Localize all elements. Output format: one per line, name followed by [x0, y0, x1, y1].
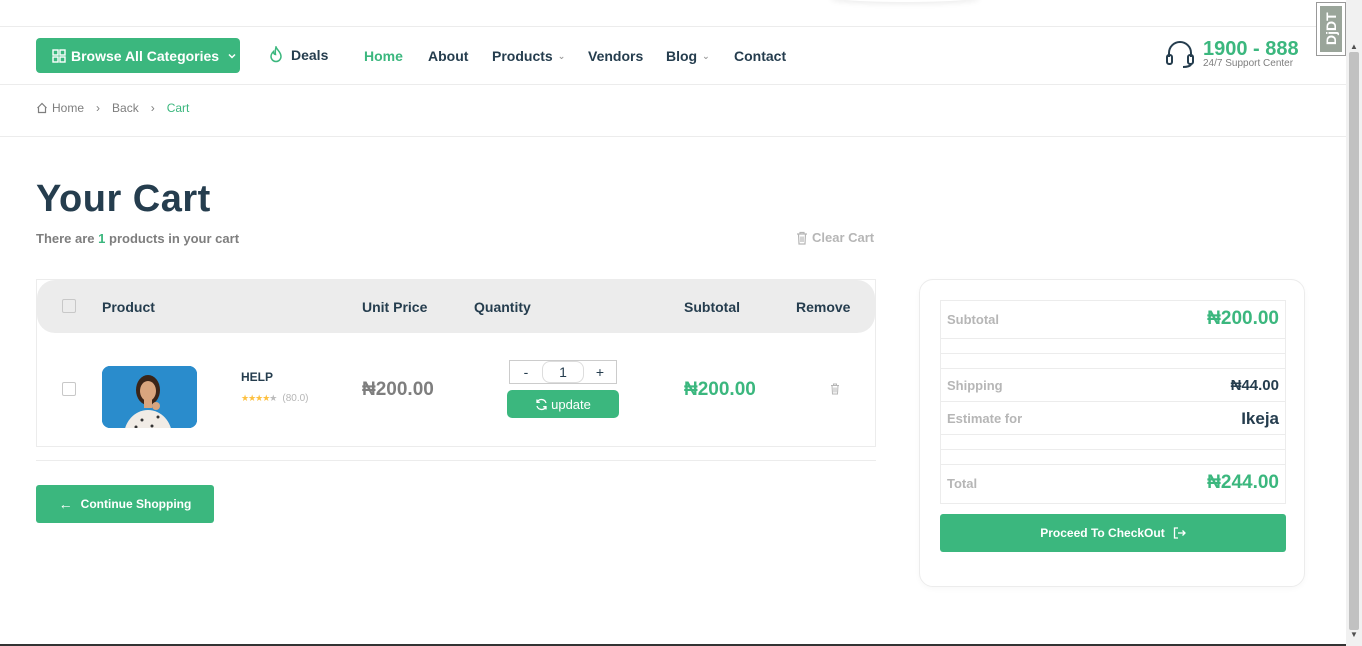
summary-row-shipping: Shipping ₦44.00	[941, 369, 1285, 402]
flame-icon	[270, 46, 282, 63]
page-title: Your Cart	[36, 178, 211, 220]
home-icon	[37, 102, 47, 114]
headset-icon	[1166, 41, 1194, 68]
summary-shipping-label: Shipping	[947, 378, 1003, 393]
item-select-checkbox[interactable]	[62, 382, 76, 396]
browse-categories-label: Browse All Categories	[71, 47, 220, 64]
select-all-checkbox[interactable]	[62, 299, 76, 313]
nav-vendors-label: Vendors	[588, 48, 644, 64]
breadcrumb-divider	[0, 136, 1346, 137]
checkout-label: Proceed To CheckOut	[1040, 526, 1165, 540]
product-name[interactable]: HELP	[241, 370, 273, 384]
summary-spacer	[941, 339, 1285, 354]
breadcrumb-back[interactable]: Back	[112, 101, 139, 115]
nav-about[interactable]: About	[428, 48, 468, 64]
remove-item-button[interactable]	[830, 382, 840, 400]
summary-row-total: Total ₦244.00	[941, 465, 1285, 503]
page-scrollbar[interactable]: ▲ ▼	[1346, 0, 1362, 646]
nav-products-label: Products	[492, 48, 553, 64]
column-quantity: Quantity	[474, 299, 531, 315]
cart-count-suffix: products in your cart	[105, 231, 240, 246]
quantity-decrease-button[interactable]: -	[510, 361, 542, 383]
cart-divider	[36, 460, 876, 461]
summary-row-estimate: Estimate for Ikeja	[941, 402, 1285, 435]
support-phone: 1900 - 888	[1203, 38, 1299, 60]
trash-icon	[831, 383, 839, 395]
breadcrumb: Home › Back › Cart	[36, 101, 189, 115]
breadcrumb-home[interactable]: Home	[52, 101, 84, 115]
summary-subtotal-value: ₦200.00	[1207, 308, 1279, 329]
scroll-up-icon[interactable]: ▲	[1350, 42, 1358, 51]
summary-shipping-value: ₦44.00	[1230, 377, 1279, 394]
clear-cart-label: Clear Cart	[812, 230, 875, 245]
chevron-down-icon: ⌄	[557, 50, 566, 61]
scrollbar-thumb[interactable]	[1349, 52, 1359, 630]
chevron-down-icon: ⌄	[702, 50, 710, 61]
trash-icon	[797, 231, 807, 245]
debug-toolbar-badge[interactable]: DjDT	[1316, 2, 1346, 56]
cart-table: Product Unit Price Quantity Subtotal Rem…	[36, 279, 876, 447]
update-quantity-button[interactable]: update	[507, 390, 619, 418]
summary-spacer	[941, 450, 1285, 465]
breadcrumb-separator: ›	[150, 101, 155, 115]
nav-contact-label: Contact	[734, 48, 787, 64]
nav-blog-label: Blog	[666, 48, 698, 64]
summary-spacer	[941, 354, 1285, 369]
cart-table-header: Product Unit Price Quantity Subtotal Rem…	[37, 280, 875, 333]
grid-icon	[52, 48, 66, 63]
column-unit-price: Unit Price	[362, 299, 428, 315]
nav-about-label: About	[428, 48, 469, 64]
debug-toolbar-label: DjDT	[1320, 6, 1342, 52]
continue-shopping-label: Continue Shopping	[80, 497, 192, 511]
product-image[interactable]	[102, 366, 197, 428]
summary-subtotal-label: Subtotal	[947, 312, 999, 327]
rating-count: (80.0)	[282, 393, 309, 404]
deals-link[interactable]: Deals	[268, 46, 328, 63]
nav-contact[interactable]: Contact	[734, 48, 786, 64]
summary-spacer	[941, 435, 1285, 450]
cart-count-text: There are 1 products in your cart	[36, 231, 239, 246]
continue-shopping-button[interactable]: ← Continue Shopping	[36, 485, 214, 523]
summary-estimate-value: Ikeja	[1241, 409, 1279, 428]
update-label: update	[551, 396, 591, 412]
nav-home-label: Home	[364, 48, 403, 64]
quantity-increase-button[interactable]: +	[584, 361, 616, 383]
summary-total-label: Total	[947, 476, 978, 491]
cart-count-prefix: There are	[36, 231, 99, 246]
proceed-to-checkout-button[interactable]: Proceed To CheckOut	[940, 514, 1286, 552]
summary-estimate-label: Estimate for	[947, 411, 1023, 426]
nav-blog[interactable]: Blog ⌄	[666, 48, 710, 64]
order-summary-card: Subtotal ₦200.00 Shipping ₦44.00 Estimat…	[919, 279, 1305, 587]
quantity-input[interactable]: 1	[542, 361, 584, 383]
product-rating: ★★★★★ (80.0)	[241, 393, 308, 404]
nav-home[interactable]: Home	[364, 48, 403, 64]
breadcrumb-current: Cart	[166, 101, 190, 115]
star-rating-icon: ★★★★★	[241, 393, 277, 403]
unit-price: ₦200.00	[362, 379, 434, 400]
nav-vendors[interactable]: Vendors	[588, 48, 643, 64]
summary-total-value: ₦244.00	[1207, 472, 1279, 493]
summary-row-subtotal: Subtotal ₦200.00	[941, 301, 1285, 339]
browse-categories-button[interactable]: Browse All Categories	[36, 38, 240, 73]
deals-label: Deals	[291, 46, 329, 63]
nav-products[interactable]: Products ⌄	[492, 48, 565, 64]
chevron-down-icon	[228, 53, 236, 59]
arrow-left-icon: ←	[58, 496, 73, 512]
column-product: Product	[102, 299, 155, 315]
scroll-down-icon[interactable]: ▼	[1350, 630, 1358, 639]
column-subtotal: Subtotal	[684, 299, 740, 315]
item-subtotal: ₦200.00	[684, 379, 756, 400]
top-strip	[0, 0, 1346, 27]
refresh-icon	[536, 398, 547, 410]
quantity-stepper: - 1 +	[509, 360, 617, 384]
sign-out-icon	[1173, 527, 1186, 539]
column-remove: Remove	[796, 299, 851, 315]
support-contact: 1900 - 888 24/7 Support Center	[1165, 39, 1299, 69]
breadcrumb-separator: ›	[96, 101, 101, 115]
order-summary-table: Subtotal ₦200.00 Shipping ₦44.00 Estimat…	[940, 300, 1286, 504]
support-label: 24/7 Support Center	[1203, 58, 1294, 69]
main-navbar: Browse All Categories Deals Home About P…	[0, 27, 1346, 85]
clear-cart-button[interactable]: Clear Cart	[796, 230, 874, 245]
